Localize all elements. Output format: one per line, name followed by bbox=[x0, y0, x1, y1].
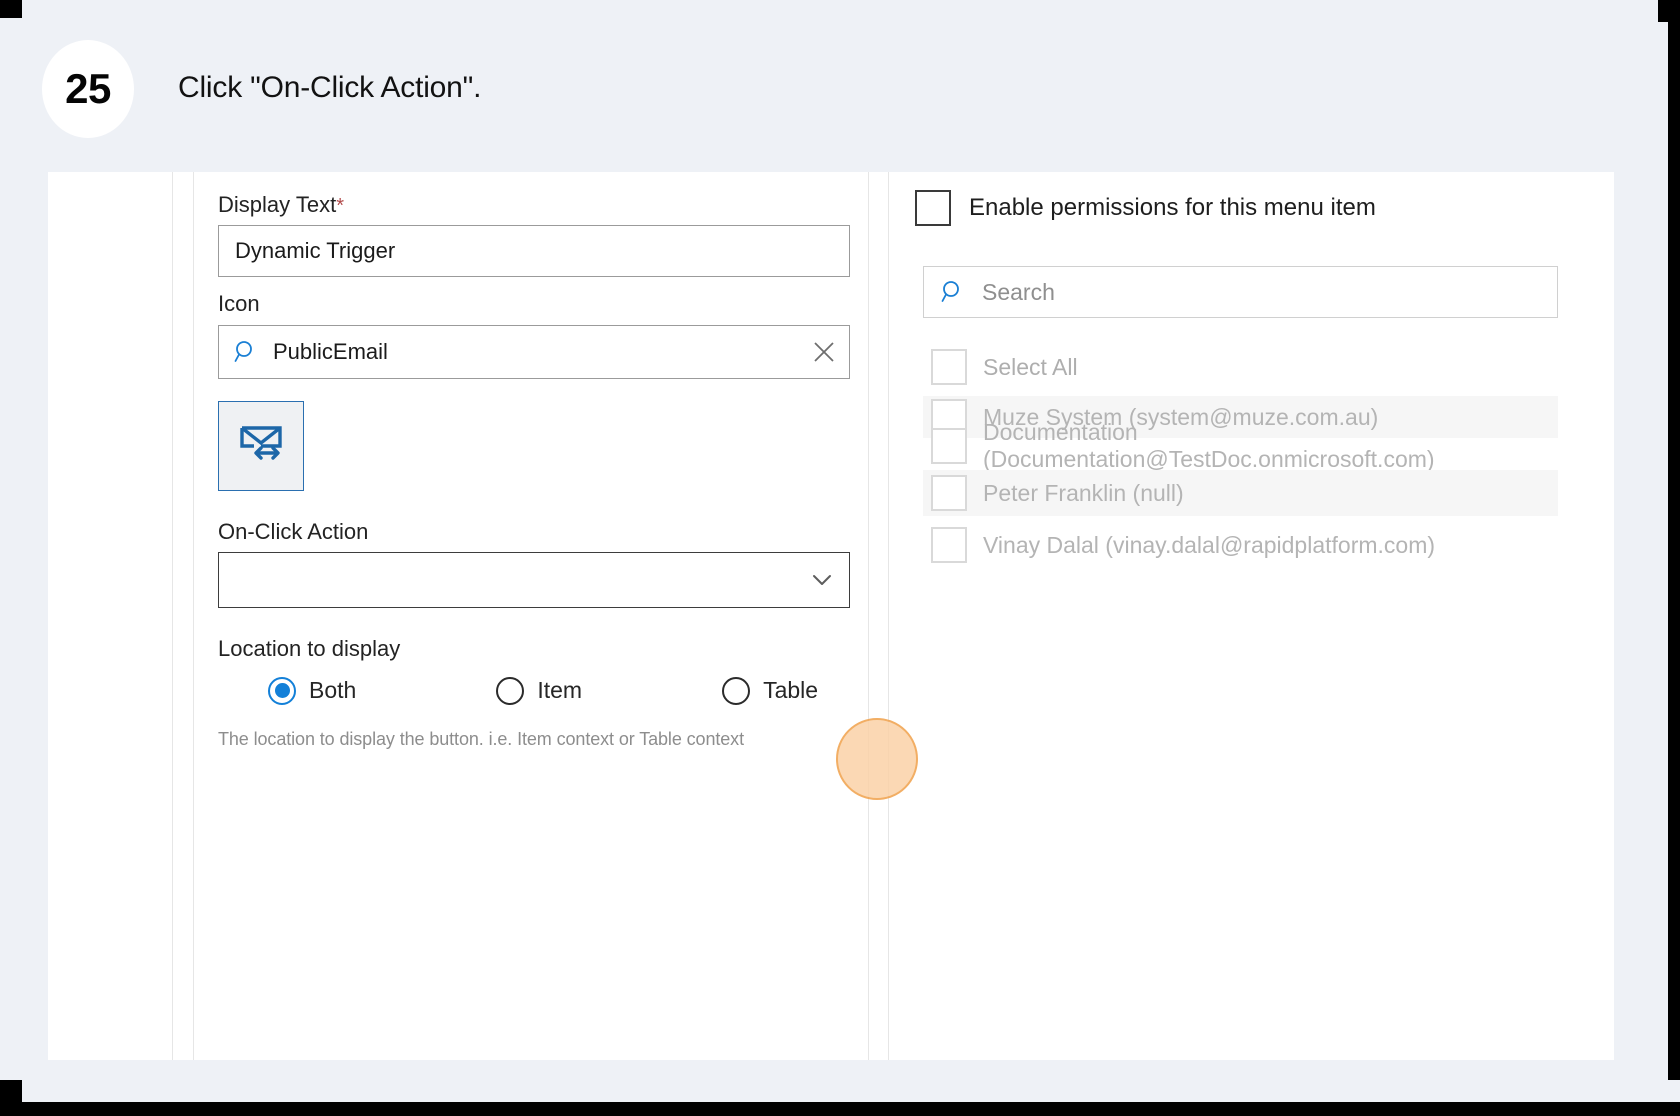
mail-forward-icon bbox=[235, 419, 287, 472]
radio-item-label: Item bbox=[537, 677, 583, 704]
frame-corner-top-right bbox=[1658, 0, 1680, 22]
user-checkbox[interactable] bbox=[931, 527, 967, 563]
location-helper-text: The location to display the button. i.e.… bbox=[218, 728, 744, 749]
search-icon bbox=[233, 339, 259, 365]
left-gutter-column bbox=[48, 172, 172, 1060]
panel-divider-3 bbox=[868, 172, 869, 1060]
permissions-search-placeholder: Search bbox=[982, 278, 1055, 305]
select-all-checkbox[interactable] bbox=[931, 349, 967, 385]
permissions-user-list: Select All Muze System (system@muze.com.… bbox=[923, 344, 1558, 574]
display-text-label: Display Text* bbox=[218, 192, 844, 218]
menu-item-form-panel: Display Text* Dynamic Trigger Icon Publi… bbox=[194, 172, 868, 1060]
app-screenshot: Display Text* Dynamic Trigger Icon Publi… bbox=[48, 172, 1614, 1060]
user-label: Vinay Dalal (vinay.dalal@rapidplatform.c… bbox=[983, 531, 1436, 558]
user-checkbox[interactable] bbox=[931, 475, 967, 511]
user-label: Peter Franklin (null) bbox=[983, 479, 1184, 506]
on-click-action-label: On-Click Action bbox=[218, 518, 369, 544]
permissions-search-input[interactable]: Search bbox=[923, 266, 1558, 318]
permissions-panel: Enable permissions for this menu item Se… bbox=[889, 172, 1614, 1060]
radio-option-table[interactable]: Table bbox=[722, 676, 819, 705]
step-number: 25 bbox=[65, 65, 111, 112]
chevron-down-icon[interactable] bbox=[809, 567, 835, 593]
enable-permissions-label: Enable permissions for this menu item bbox=[969, 194, 1376, 221]
required-marker: * bbox=[336, 195, 344, 217]
frame-edge-bottom bbox=[0, 1102, 1680, 1116]
panel-divider-1 bbox=[172, 172, 173, 1060]
list-item[interactable]: Vinay Dalal (vinay.dalal@rapidplatform.c… bbox=[923, 522, 1558, 568]
close-icon[interactable] bbox=[811, 339, 837, 365]
location-to-display-label: Location to display bbox=[218, 636, 401, 662]
radio-both-label: Both bbox=[309, 677, 357, 704]
user-label: Documentation (Documentation@TestDoc.onm… bbox=[983, 419, 1435, 472]
display-text-value: Dynamic Trigger bbox=[235, 238, 396, 264]
search-icon bbox=[940, 279, 966, 305]
radio-option-both[interactable]: Both bbox=[268, 676, 357, 705]
step-instruction-text: Click "On-Click Action". bbox=[178, 71, 482, 104]
radio-table-label: Table bbox=[763, 677, 819, 704]
icon-search-value: PublicEmail bbox=[273, 338, 388, 364]
step-number-badge: 25 bbox=[42, 40, 134, 138]
display-text-input[interactable]: Dynamic Trigger bbox=[218, 225, 850, 278]
radio-item-indicator[interactable] bbox=[496, 676, 525, 705]
enable-permissions-row[interactable]: Enable permissions for this menu item bbox=[913, 190, 1584, 226]
display-text-label-text: Display Text bbox=[218, 192, 337, 217]
select-all-row[interactable]: Select All bbox=[923, 344, 1558, 390]
radio-option-item[interactable]: Item bbox=[496, 676, 583, 705]
location-radio-group: Both Item Table bbox=[218, 676, 844, 705]
radio-table-indicator[interactable] bbox=[722, 676, 751, 705]
icon-search-input[interactable]: PublicEmail bbox=[218, 324, 850, 379]
step-header: 25 Click "On-Click Action". bbox=[0, 0, 1680, 172]
select-all-label: Select All bbox=[983, 353, 1078, 380]
on-click-action-select[interactable] bbox=[218, 552, 850, 609]
icon-label: Icon bbox=[218, 291, 260, 317]
radio-both-indicator[interactable] bbox=[268, 676, 296, 705]
enable-permissions-checkbox[interactable] bbox=[915, 190, 951, 226]
frame-edge-right bbox=[1668, 22, 1680, 1080]
list-item[interactable]: Peter Franklin (null) bbox=[923, 470, 1558, 516]
frame-corner-top-left bbox=[0, 0, 22, 18]
list-item[interactable]: Documentation (Documentation@TestDoc.onm… bbox=[923, 418, 1558, 474]
user-checkbox[interactable] bbox=[931, 428, 967, 464]
icon-preview[interactable] bbox=[218, 400, 304, 491]
frame-corner-bottom-left bbox=[0, 1080, 22, 1102]
